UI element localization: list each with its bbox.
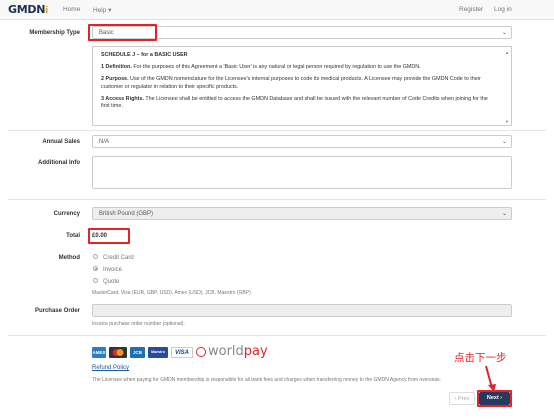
radio-button[interactable]: [93, 278, 98, 283]
annual-sales-label: Annual Sales: [42, 139, 80, 145]
maestro-logo: Maestro: [148, 347, 168, 358]
method-option-invoice[interactable]: Invoice: [93, 266, 122, 273]
chevron-down-icon: ⌄: [501, 139, 507, 145]
method-option-quote[interactable]: Quote: [93, 278, 119, 285]
agreement-title: SCHEDULE J – for a BASIC USER: [101, 52, 188, 58]
divider: [8, 335, 546, 336]
prev-button[interactable]: ‹ Prev: [449, 392, 475, 405]
additional-info-textarea[interactable]: ⋰: [92, 156, 512, 189]
total-label: Total: [66, 233, 80, 239]
chevron-down-icon: ⌄: [501, 211, 507, 217]
currency-value: British Pound (GBP): [99, 211, 154, 217]
scroll-up-icon[interactable]: ▲: [505, 49, 509, 56]
agreement-clause-2: 2 Purpose. Use of the GMDN nomenclature …: [101, 76, 481, 90]
annotation-click-next: 点击下一步: [454, 352, 507, 364]
nav-help-dropdown[interactable]: Help ▾: [93, 6, 111, 14]
annual-sales-value: N/A: [99, 139, 110, 145]
membership-type-label: Membership Type: [29, 30, 80, 36]
method-label: Method: [58, 255, 80, 261]
radio-button[interactable]: [93, 266, 98, 271]
method-option-credit-card[interactable]: Credit Card: [93, 254, 134, 261]
refund-policy-link[interactable]: Refund Policy: [92, 365, 129, 371]
agreement-scrollbar[interactable]: ▲ ▼: [505, 49, 510, 125]
overseas-fees-note: The Licensee when paying for GMDN member…: [92, 377, 442, 383]
nav-register-link[interactable]: Register: [459, 6, 483, 13]
jcb-logo: JCB: [130, 347, 145, 358]
gmdn-logo[interactable]: GMDNi: [8, 3, 48, 16]
nav-login-link[interactable]: Log in: [494, 6, 512, 13]
agreement-clause-3: 3 Access Rights. The Licensee shall be e…: [101, 95, 488, 110]
chevron-down-icon: ⌄: [501, 30, 507, 36]
currency-select[interactable]: British Pound (GBP) ⌄: [92, 207, 512, 220]
mastercard-logo: MC: [109, 347, 127, 358]
highlight-next-box: [477, 390, 512, 407]
radio-button[interactable]: [93, 254, 98, 259]
agreement-clause-1: 1 Definition. For the purposes of this A…: [101, 64, 421, 71]
highlight-membership-box: [88, 24, 157, 41]
worldpay-logo: worldpay: [208, 344, 268, 359]
divider: [8, 199, 546, 200]
highlight-total-box: [88, 228, 130, 244]
top-navbar: GMDNi Home Help ▾ Register Log in: [0, 0, 554, 20]
purchase-order-input[interactable]: [92, 304, 512, 317]
resize-handle-icon[interactable]: ⋰: [505, 182, 510, 188]
currency-label: Currency: [53, 211, 80, 217]
nav-home-link[interactable]: Home: [63, 6, 80, 13]
divider: [8, 130, 546, 131]
purchase-order-label: Purchase Order: [34, 308, 80, 314]
amex-logo: AMEX: [92, 347, 106, 358]
agreement-textbox[interactable]: SCHEDULE J – for a BASIC USER 1 Definiti…: [92, 46, 512, 126]
annual-sales-select[interactable]: N/A ⌄: [92, 135, 512, 148]
worldpay-icon: [196, 347, 206, 357]
accepted-cards-note: MasterCard, Visa (EUR, GBP, USD), Amex (…: [92, 290, 251, 296]
visa-logo: VISA: [171, 347, 193, 358]
additional-info-label: Additional Info: [38, 160, 80, 166]
scroll-down-icon[interactable]: ▼: [505, 118, 509, 125]
purchase-order-help: Invoice purchase order number (optional)…: [92, 321, 185, 327]
